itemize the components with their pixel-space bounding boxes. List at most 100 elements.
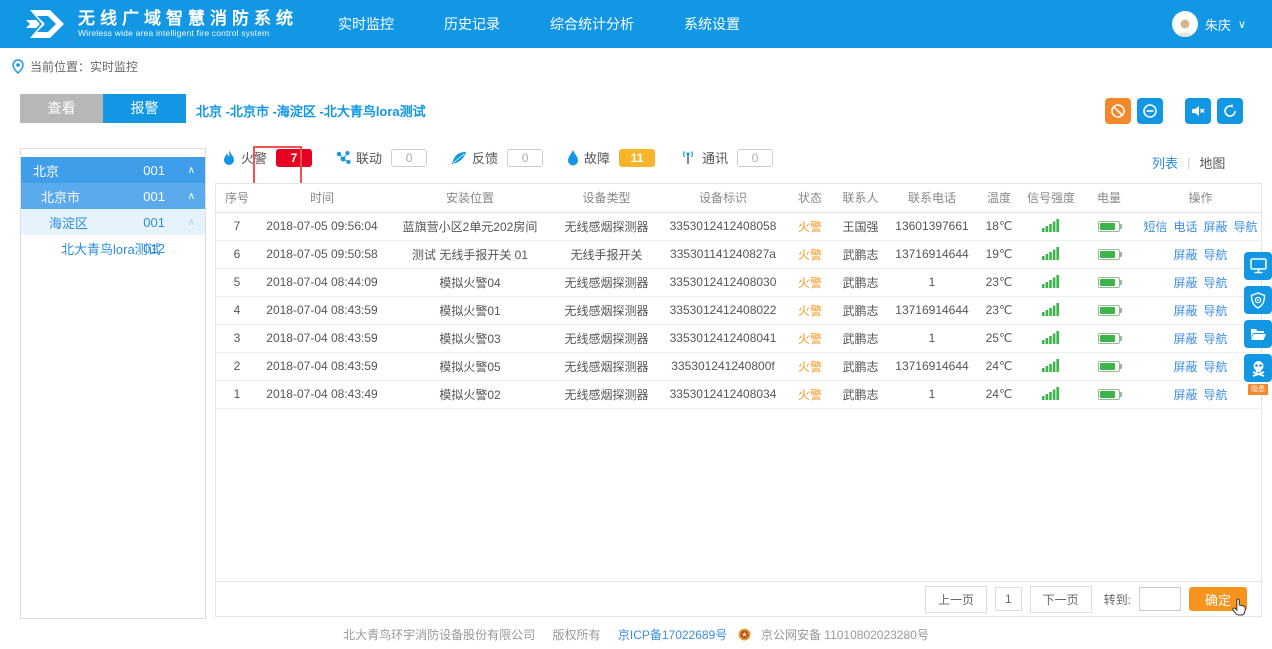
nav-statistics[interactable]: 综合统计分析 (550, 14, 634, 34)
refresh-button[interactable] (1217, 98, 1243, 124)
shield-gear-icon (1250, 292, 1266, 309)
col-temp: 温度 (976, 184, 1022, 212)
hazard-tool-button[interactable] (1244, 354, 1272, 382)
goto-page-input[interactable] (1139, 587, 1181, 611)
cell-signal (1022, 240, 1080, 268)
op-link[interactable]: 屏蔽 (1173, 248, 1197, 262)
security-tool-button[interactable] (1244, 286, 1272, 314)
op-link[interactable]: 屏蔽 (1173, 276, 1197, 290)
col-location: 安装位置 (386, 184, 554, 212)
col-signal: 信号强度 (1022, 184, 1080, 212)
page-number[interactable]: 1 (995, 587, 1022, 611)
hazard-tag[interactable]: 隐患 (1248, 384, 1268, 395)
cell-status: 火警 (787, 352, 833, 380)
op-link[interactable]: 导航 (1204, 304, 1228, 318)
user-menu[interactable]: 朱庆 ∨ (1172, 0, 1246, 48)
cell-battery (1080, 352, 1138, 380)
cell-ops: 屏蔽导航 (1138, 380, 1263, 408)
pagination: 上一页 1 下一页 转到: 确定 (216, 581, 1261, 616)
confirm-button[interactable]: 确定 (1189, 587, 1247, 611)
tree-item-haidian[interactable]: 海淀区 001 ∧ (21, 209, 205, 235)
cell-location: 模拟火警02 (386, 380, 554, 408)
cell-phone: 1 (888, 380, 976, 408)
cell-status: 火警 (787, 296, 833, 324)
op-link[interactable]: 屏蔽 (1173, 332, 1197, 346)
op-link[interactable]: 屏蔽 (1173, 304, 1197, 318)
disable-alarm-button[interactable] (1105, 98, 1131, 124)
cell-temp: 18℃ (976, 212, 1022, 240)
location-pin-icon (12, 59, 24, 74)
prohibit-icon (1110, 103, 1126, 119)
cell-ops: 短信电话屏蔽导航 (1138, 212, 1263, 240)
op-link[interactable]: 导航 (1204, 360, 1228, 374)
tree-item-label: 北京 (33, 161, 59, 180)
op-link[interactable]: 导航 (1234, 220, 1258, 234)
cell-signal (1022, 324, 1080, 352)
table-row: 2 2018-07-04 08:43:59 模拟火警05 无线感烟探测器 335… (216, 352, 1263, 380)
nav-history[interactable]: 历史记录 (444, 14, 500, 34)
breadcrumb-text: 当前位置：实时监控 (30, 58, 138, 75)
footer-copyright: 版权所有 (553, 628, 601, 642)
battery-icon (1098, 389, 1120, 400)
cell-status: 火警 (787, 212, 833, 240)
table-row: 3 2018-07-04 08:43:59 模拟火警03 无线感烟探测器 335… (216, 324, 1263, 352)
view-map-link[interactable]: 地图 (1199, 153, 1225, 172)
col-contact: 联系人 (833, 184, 888, 212)
op-link[interactable]: 导航 (1204, 248, 1228, 262)
table-header-row: 序号 时间 安装位置 设备类型 设备标识 状态 联系人 联系电话 温度 信号强度… (216, 184, 1263, 212)
filter-count-badge: 0 (507, 149, 543, 167)
filter-label: 联动 (356, 148, 382, 167)
cell-phone: 13716914644 (888, 240, 976, 268)
cell-temp: 24℃ (976, 380, 1022, 408)
tree-item-beijing-city[interactable]: 北京市 001 ∧ (21, 183, 205, 209)
alarm-filters: 火警 7 联动 0 反馈 0 故障 11 (222, 148, 797, 167)
cell-location: 模拟火警03 (386, 324, 554, 352)
tree-item-lora-test[interactable]: 北大青鸟lora测试 012 (21, 235, 205, 261)
op-link[interactable]: 电话 (1173, 220, 1197, 234)
op-link[interactable]: 导航 (1204, 276, 1228, 290)
tab-alarm[interactable]: 报警 (103, 94, 186, 123)
cell-device-type: 无线感烟探测器 (554, 296, 659, 324)
tab-view[interactable]: 查看 (20, 94, 103, 123)
monitor-tool-button[interactable] (1244, 252, 1272, 280)
cell-phone: 13601397661 (888, 212, 976, 240)
op-link[interactable]: 屏蔽 (1173, 388, 1197, 402)
filter-communication[interactable]: 通讯 0 (679, 148, 773, 167)
mute-button[interactable] (1185, 98, 1211, 124)
cell-time: 2018-07-04 08:43:59 (258, 324, 386, 352)
cell-phone: 1 (888, 324, 976, 352)
filter-linkage[interactable]: 联动 0 (336, 148, 427, 167)
cell-temp: 19℃ (976, 240, 1022, 268)
op-link[interactable]: 导航 (1204, 388, 1228, 402)
filter-fire-alarm[interactable]: 火警 7 (222, 148, 312, 167)
cell-contact: 武鹏志 (833, 268, 888, 296)
filter-feedback[interactable]: 反馈 0 (451, 148, 543, 167)
battery-icon (1098, 221, 1120, 232)
files-tool-button[interactable] (1244, 320, 1272, 348)
signal-strength-icon (1042, 386, 1060, 400)
op-link[interactable]: 短信 (1143, 220, 1167, 234)
col-status: 状态 (787, 184, 833, 212)
footer-icp-link[interactable]: 京ICP备17022689号 (618, 628, 727, 642)
prev-page-button[interactable]: 上一页 (925, 586, 987, 613)
nav-realtime-monitor[interactable]: 实时监控 (338, 14, 394, 34)
filter-count-badge: 7 (276, 149, 312, 167)
tree-item-count: 001 (143, 215, 165, 230)
op-link[interactable]: 屏蔽 (1204, 220, 1228, 234)
cell-temp: 23℃ (976, 268, 1022, 296)
cell-phone: 13716914644 (888, 352, 976, 380)
cell-location: 测试 无线手报开关 01 (386, 240, 554, 268)
tree-item-count: 001 (143, 163, 165, 178)
cell-temp: 25℃ (976, 324, 1022, 352)
filter-fault[interactable]: 故障 11 (567, 148, 655, 167)
op-link[interactable]: 导航 (1204, 332, 1228, 346)
minimize-alarm-button[interactable] (1137, 98, 1163, 124)
op-link[interactable]: 屏蔽 (1173, 360, 1197, 374)
table-row: 5 2018-07-04 08:44:09 模拟火警04 无线感烟探测器 335… (216, 268, 1263, 296)
view-list-link[interactable]: 列表 (1152, 153, 1178, 172)
cell-time: 2018-07-04 08:43:59 (258, 352, 386, 380)
nav-settings[interactable]: 系统设置 (684, 14, 740, 34)
cell-contact: 武鹏志 (833, 324, 888, 352)
next-page-button[interactable]: 下一页 (1030, 586, 1092, 613)
tree-item-beijing[interactable]: 北京 001 ∧ (21, 157, 205, 183)
